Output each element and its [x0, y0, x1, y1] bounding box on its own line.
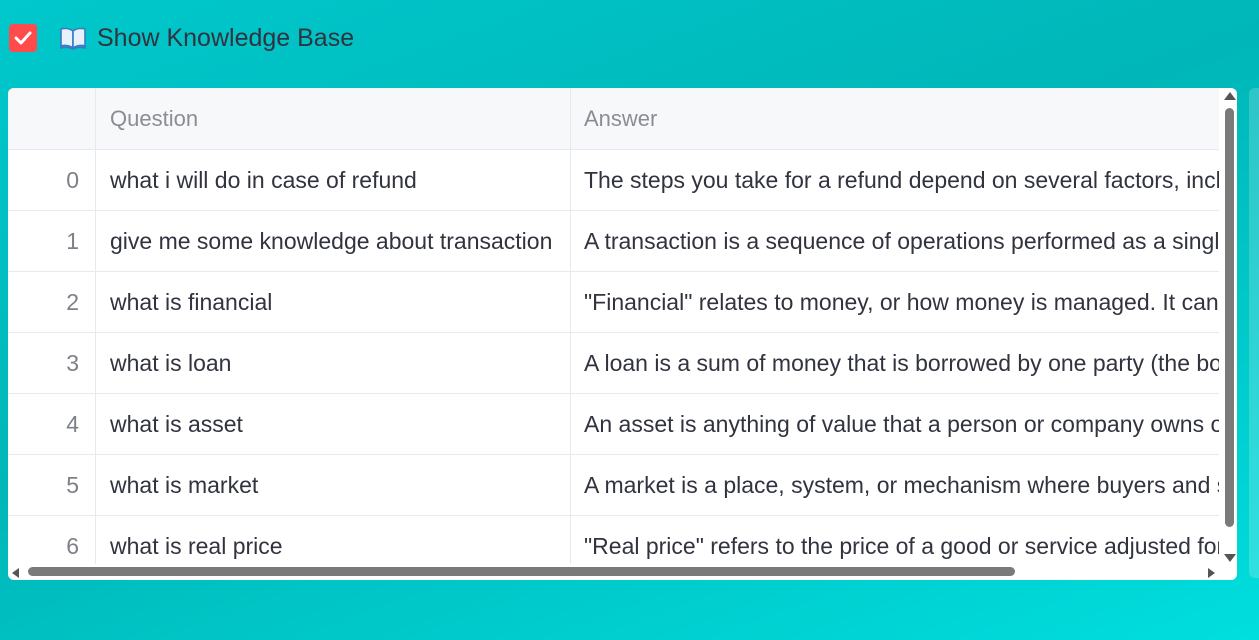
scroll-up-arrow-icon[interactable] — [1224, 92, 1236, 100]
table-row[interactable]: 0 what i will do in case of refund The s… — [8, 150, 1219, 211]
row-index: 6 — [8, 516, 96, 564]
table-row[interactable]: 2 what is financial "Financial" relates … — [8, 272, 1219, 333]
table-viewport[interactable]: Question Answer 0 what i will do in case… — [8, 88, 1219, 564]
question-cell[interactable]: what i will do in case of refund — [96, 150, 571, 210]
column-header-answer[interactable]: Answer — [571, 88, 1219, 149]
table-row[interactable]: 1 give me some knowledge about transacti… — [8, 211, 1219, 272]
question-cell[interactable]: what is financial — [96, 272, 571, 332]
answer-cell[interactable]: A transaction is a sequence of operation… — [571, 211, 1219, 271]
row-index: 0 — [8, 150, 96, 210]
checkmark-icon — [14, 31, 32, 45]
table-header-row: Question Answer — [8, 88, 1219, 150]
table-row[interactable]: 4 what is asset An asset is anything of … — [8, 394, 1219, 455]
scroll-left-arrow-icon[interactable] — [12, 568, 19, 578]
answer-cell[interactable]: "Real price" refers to the price of a go… — [571, 516, 1219, 564]
knowledge-base-table: Question Answer 0 what i will do in case… — [8, 88, 1237, 580]
scroll-right-arrow-icon[interactable] — [1208, 568, 1215, 578]
question-cell[interactable]: what is loan — [96, 333, 571, 393]
question-cell[interactable]: give me some knowledge about transaction — [96, 211, 571, 271]
vertical-scroll-thumb[interactable] — [1225, 108, 1234, 527]
answer-cell[interactable]: A market is a place, system, or mechanis… — [571, 455, 1219, 515]
side-panel-edge — [1249, 88, 1259, 578]
column-header-question[interactable]: Question — [96, 88, 571, 149]
answer-cell[interactable]: The steps you take for a refund depend o… — [571, 150, 1219, 210]
row-index: 3 — [8, 333, 96, 393]
horizontal-scrollbar[interactable] — [8, 564, 1221, 580]
row-index: 5 — [8, 455, 96, 515]
answer-cell[interactable]: An asset is anything of value that a per… — [571, 394, 1219, 454]
question-cell[interactable]: what is market — [96, 455, 571, 515]
vertical-scrollbar[interactable] — [1221, 88, 1237, 566]
open-book-icon — [59, 26, 87, 50]
row-index: 2 — [8, 272, 96, 332]
index-header-cell — [8, 88, 96, 149]
question-cell[interactable]: what is real price — [96, 516, 571, 564]
table-row[interactable]: 5 what is market A market is a place, sy… — [8, 455, 1219, 516]
scroll-down-arrow-icon[interactable] — [1224, 554, 1236, 562]
answer-cell[interactable]: A loan is a sum of money that is borrowe… — [571, 333, 1219, 393]
question-cell[interactable]: what is asset — [96, 394, 571, 454]
horizontal-scroll-thumb[interactable] — [28, 567, 1015, 576]
knowledge-base-toggle[interactable]: Show Knowledge Base — [9, 22, 354, 54]
row-index: 4 — [8, 394, 96, 454]
toggle-label: Show Knowledge Base — [97, 24, 355, 52]
answer-cell[interactable]: "Financial" relates to money, or how mon… — [571, 272, 1219, 332]
table-row[interactable]: 6 what is real price "Real price" refers… — [8, 516, 1219, 564]
show-knowledge-base-checkbox[interactable] — [9, 24, 37, 52]
table-row[interactable]: 3 what is loan A loan is a sum of money … — [8, 333, 1219, 394]
row-index: 1 — [8, 211, 96, 271]
